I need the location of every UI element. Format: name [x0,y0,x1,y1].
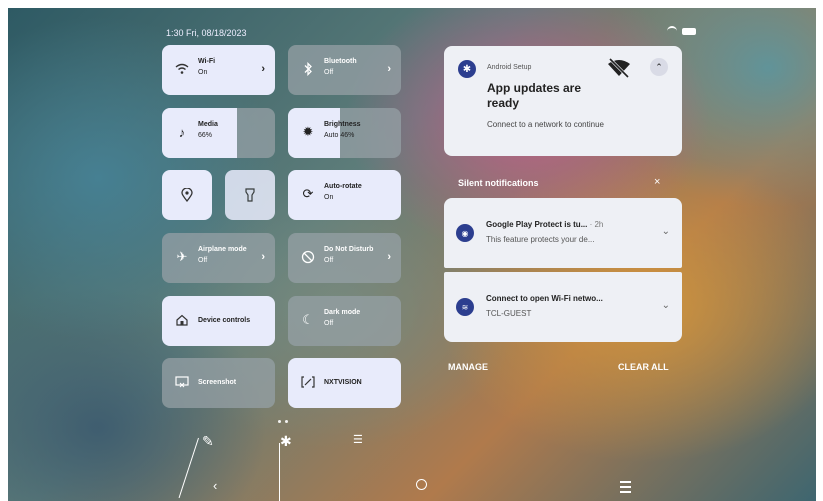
tile-label: Device controls [198,317,251,324]
notification-title: Google Play Protect is tu... · 2h [486,220,604,229]
clear-all-button[interactable]: CLEAR ALL [618,362,669,372]
wifi-icon: ≋ [456,298,474,316]
settings-icon: ✱ [458,60,476,78]
chevron-down-icon[interactable]: ⌄ [662,300,670,311]
tile-state: Off [324,257,334,264]
shield-icon: ◉ [456,224,474,242]
bluetooth-icon [300,61,316,77]
chevron-right-icon: › [261,63,265,75]
notification-app-name: Android Setup [487,64,532,71]
tile-label: Media [198,121,218,128]
tile-wifi[interactable]: Wi-Fi On › [162,45,275,95]
notification-play-protect[interactable]: ◉ Google Play Protect is tu... · 2h This… [444,198,682,268]
tile-label: Dark mode [324,309,361,316]
notification-title: App updates are ready [487,81,582,110]
tile-flashlight[interactable] [225,170,275,220]
tile-state: 66% [198,132,213,139]
tile-label: Do Not Disturb [324,246,374,253]
tile-dark-mode[interactable]: ☾ Dark mode Off [288,296,401,346]
tile-label: Brightness [324,121,361,128]
do-not-disturb-icon [300,249,316,265]
battery-icon [682,27,696,35]
tile-state: On [198,69,208,76]
screenshot-icon [174,374,190,390]
tile-label: Wi-Fi [198,58,216,65]
wifi-icon [667,26,677,36]
status-datetime: 1:30 Fri, 08/18/2023 [166,28,247,38]
tablet-screen: 1:30 Fri, 08/18/2023 Wi-Fi On › Bluetoot… [8,8,816,501]
tile-label: Bluetooth [324,58,357,65]
location-icon [181,188,193,202]
home-icon [174,312,190,328]
tile-device-controls[interactable]: Device controls [162,296,275,346]
tile-label: NXTVISION [324,379,362,386]
wifi-off-icon [608,58,630,78]
page-indicator [278,420,288,423]
tile-location[interactable] [162,170,212,220]
rotate-icon: ⟳ [302,186,314,201]
tile-do-not-disturb[interactable]: Do Not Disturb Off › [288,233,401,283]
tile-brightness[interactable]: ✹ Brightness Auto 46% [288,108,401,158]
tile-label: Airplane mode [198,246,247,253]
recents-icon[interactable] [620,481,631,493]
tile-media-volume[interactable]: ♪ Media 66% [162,108,275,158]
tile-label: Auto-rotate [324,183,362,190]
collapse-button[interactable]: ⌃ [650,58,668,76]
tile-state: Off [324,320,334,327]
tile-label: Screenshot [198,379,237,386]
media-output-icon[interactable]: ☰ [353,433,363,446]
back-icon[interactable]: ‹ [213,478,217,493]
dismiss-silent-button[interactable]: × [654,176,660,188]
airplane-icon: ✈ [176,249,188,264]
nxtvision-icon [300,374,316,390]
tile-nxtvision[interactable]: NXTVISION [288,358,401,408]
tile-state: Off [198,257,208,264]
notification-body: Connect to a network to continue [487,120,604,129]
chevron-right-icon: › [261,251,265,263]
notification-body: This feature protects your de... [486,235,595,244]
tile-screenshot[interactable]: Screenshot [162,358,275,408]
wifi-icon [174,61,190,77]
tile-auto-rotate[interactable]: ⟳ Auto-rotate On [288,170,401,220]
tile-airplane-mode[interactable]: ✈ Airplane mode Off › [162,233,275,283]
moon-icon: ☾ [302,312,314,327]
chevron-down-icon[interactable]: ⌄ [662,226,670,237]
home-icon[interactable] [416,479,427,490]
tile-state: Off [324,69,334,76]
tile-state: On [324,194,334,201]
notification-open-wifi[interactable]: ≋ Connect to open Wi-Fi netwo... TCL-GUE… [444,272,682,342]
tile-bluetooth[interactable]: Bluetooth Off › [288,45,401,95]
flashlight-icon [245,188,255,202]
chevron-right-icon: › [387,251,391,263]
navigation-bar: ‹ [8,473,816,501]
settings-icon[interactable]: ✱ [280,433,292,450]
status-icons [667,26,696,36]
notification-android-setup[interactable]: ✱ Android Setup App updates are ready Co… [444,46,682,156]
notification-title: Connect to open Wi-Fi netwo... [486,294,603,303]
chevron-right-icon: › [387,63,391,75]
brightness-icon: ✹ [302,124,314,139]
silent-notifications-header: Silent notifications [458,178,539,188]
notification-body: TCL-GUEST [486,309,532,318]
music-note-icon: ♪ [178,124,186,140]
manage-button[interactable]: MANAGE [448,362,488,372]
tile-state: Auto 46% [324,132,355,139]
edit-icon[interactable]: ✎ [202,433,214,450]
